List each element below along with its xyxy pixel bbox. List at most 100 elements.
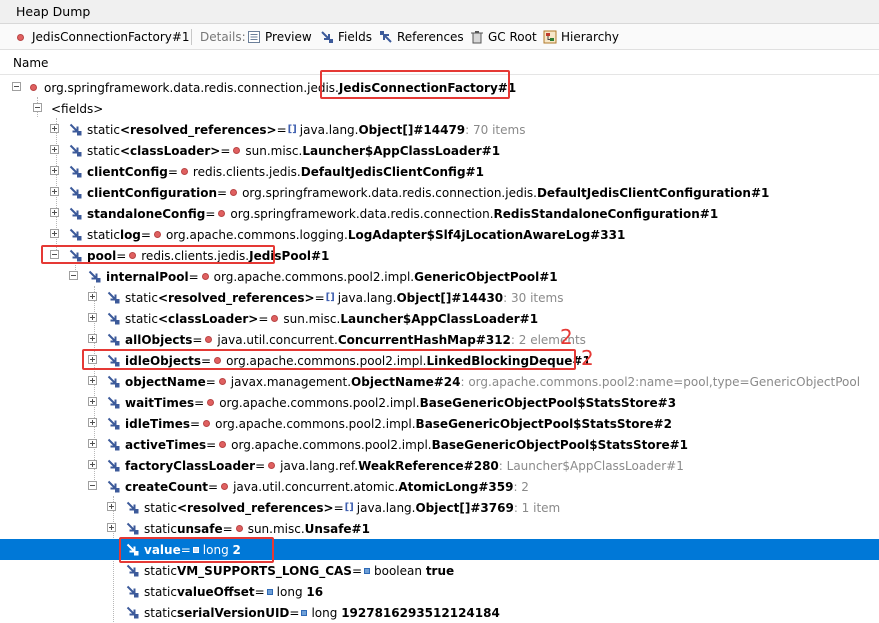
equals-sign: =	[208, 479, 219, 494]
expand-toggle[interactable]	[88, 334, 97, 343]
collapse-toggle[interactable]	[33, 103, 42, 112]
equals-sign: =	[217, 185, 228, 200]
class-package: java.util.concurrent.	[217, 332, 338, 347]
tree-row[interactable]: static <classLoader> = sun.misc. Launcher…	[0, 140, 879, 161]
tree-row[interactable]: static valueOffset = long 16	[0, 581, 879, 602]
expand-toggle[interactable]	[50, 229, 59, 238]
gc-root-button[interactable]: GC Root	[470, 29, 537, 45]
field-name: <resolved_references>	[176, 500, 334, 515]
class-package: org.apache.commons.pool2.impl.	[231, 437, 432, 452]
class-package: java.lang.ref.	[280, 458, 359, 473]
field-name: serialVersionUID	[176, 605, 290, 620]
tree-row[interactable]: static <resolved_references> = [] java.la…	[0, 119, 879, 140]
tree-row[interactable]: createCount = java.util.concurrent.atomi…	[0, 476, 879, 497]
preview-button[interactable]: Preview	[247, 29, 312, 45]
field-name: clientConfiguration	[87, 185, 218, 200]
field-icon	[69, 207, 82, 220]
class-name: BaseGenericObjectPool$StatsStore#1	[431, 437, 689, 452]
object-info: : 30 items	[503, 290, 564, 305]
equals-sign: =	[205, 374, 216, 389]
tree-row[interactable]: internalPool = org.apache.commons.pool2.…	[0, 266, 879, 287]
expand-toggle[interactable]	[88, 313, 97, 322]
gc-root-icon	[470, 30, 484, 44]
expand-toggle[interactable]	[50, 124, 59, 133]
field-icon	[126, 522, 139, 535]
equals-sign: =	[192, 332, 203, 347]
object-icon	[30, 84, 37, 91]
field-name: <classLoader>	[119, 143, 221, 158]
object-icon	[17, 33, 24, 41]
tree-row[interactable]: static <resolved_references> = [] java.la…	[0, 287, 879, 308]
toolbar-separator	[191, 29, 192, 45]
field-name: objectName	[125, 374, 206, 389]
object-icon	[207, 399, 215, 406]
class-name: Object[]#14430	[396, 290, 504, 305]
expand-toggle[interactable]	[50, 208, 59, 217]
expand-toggle[interactable]	[107, 523, 116, 532]
tree-row[interactable]: idleTimes = org.apache.commons.pool2.imp…	[0, 413, 879, 434]
field-icon	[107, 396, 120, 409]
equals-sign: =	[258, 311, 269, 326]
hierarchy-icon	[543, 30, 557, 44]
tree-row[interactable]: factoryClassLoader = java.lang.ref. WeakR…	[0, 455, 879, 476]
tree-row[interactable]: standaloneConfig = org.springframework.d…	[0, 203, 879, 224]
tree-row[interactable]: clientConfiguration = org.springframewor…	[0, 182, 879, 203]
tree-row[interactable]: allObjects = java.util.concurrent. Concur…	[0, 329, 879, 350]
collapse-toggle[interactable]	[12, 82, 21, 91]
expand-toggle[interactable]	[88, 376, 97, 385]
tree-row[interactable]: static <classLoader> = sun.misc. Launcher…	[0, 308, 879, 329]
field-icon	[107, 438, 120, 451]
class-package: redis.clients.jedis.	[192, 164, 301, 179]
class-name: GenericObjectPool#1	[414, 269, 558, 284]
expand-toggle[interactable]	[88, 439, 97, 448]
expand-toggle[interactable]	[88, 292, 97, 301]
tree-row[interactable]: static log = org.apache.commons.logging.…	[0, 224, 879, 245]
tree-row[interactable]: waitTimes = org.apache.commons.pool2.imp…	[0, 392, 879, 413]
object-icon	[235, 525, 243, 532]
field-icon	[126, 564, 139, 577]
tree-row[interactable]: clientConfig = redis.clients.jedis. Defau…	[0, 161, 879, 182]
object-icon	[230, 189, 238, 196]
class-package: sun.misc.	[247, 521, 305, 536]
field-type: boolean	[374, 563, 422, 578]
current-object: JedisConnectionFactory#1	[17, 29, 190, 45]
class-package: sun.misc.	[283, 311, 341, 326]
hierarchy-button[interactable]: Hierarchy	[543, 29, 619, 45]
tree-row-fields[interactable]: <fields>	[0, 98, 879, 119]
field-icon	[69, 228, 82, 241]
expand-toggle[interactable]	[50, 187, 59, 196]
class-package: java.util.concurrent.atomic.	[233, 479, 399, 494]
name-column-header[interactable]: Name	[13, 56, 48, 70]
fields-button[interactable]: Fields	[320, 29, 372, 45]
tree-row[interactable]: static VM_SUPPORTS_LONG_CAS = boolean tr…	[0, 560, 879, 581]
field-name: internalPool	[106, 269, 189, 284]
field-icon	[126, 501, 139, 514]
tree-row[interactable]: static <resolved_references> = [] java.la…	[0, 497, 879, 518]
class-name: RedisStandaloneConfiguration#1	[493, 206, 719, 221]
expand-toggle[interactable]	[88, 397, 97, 406]
class-package: javax.management.	[230, 374, 352, 389]
class-package: org.springframework.data.redis.connectio…	[230, 206, 494, 221]
expand-toggle[interactable]	[50, 166, 59, 175]
field-modifier: static	[125, 290, 158, 305]
field-icon	[107, 291, 120, 304]
expand-toggle[interactable]	[88, 460, 97, 469]
collapse-toggle[interactable]	[69, 271, 78, 280]
tree-row[interactable]: static unsafe = sun.misc. Unsafe#1	[0, 518, 879, 539]
field-value: true	[425, 563, 455, 578]
collapse-toggle[interactable]	[88, 481, 97, 490]
equals-sign: =	[222, 521, 233, 536]
expand-toggle[interactable]	[50, 145, 59, 154]
expand-toggle[interactable]	[107, 502, 116, 511]
highlight-box-pool	[41, 245, 275, 264]
window-title: Heap Dump	[16, 4, 91, 19]
field-name: waitTimes	[125, 395, 195, 410]
tree-row[interactable]: activeTimes = org.apache.commons.pool2.i…	[0, 434, 879, 455]
expand-toggle[interactable]	[88, 418, 97, 427]
field-name: factoryClassLoader	[125, 458, 256, 473]
tree-row[interactable]: static serialVersionUID = long 192781629…	[0, 602, 879, 623]
field-modifier: static	[144, 521, 177, 536]
field-name: standaloneConfig	[87, 206, 206, 221]
tree-row[interactable]: objectName = javax.management. ObjectName…	[0, 371, 879, 392]
references-button[interactable]: References	[379, 29, 464, 45]
